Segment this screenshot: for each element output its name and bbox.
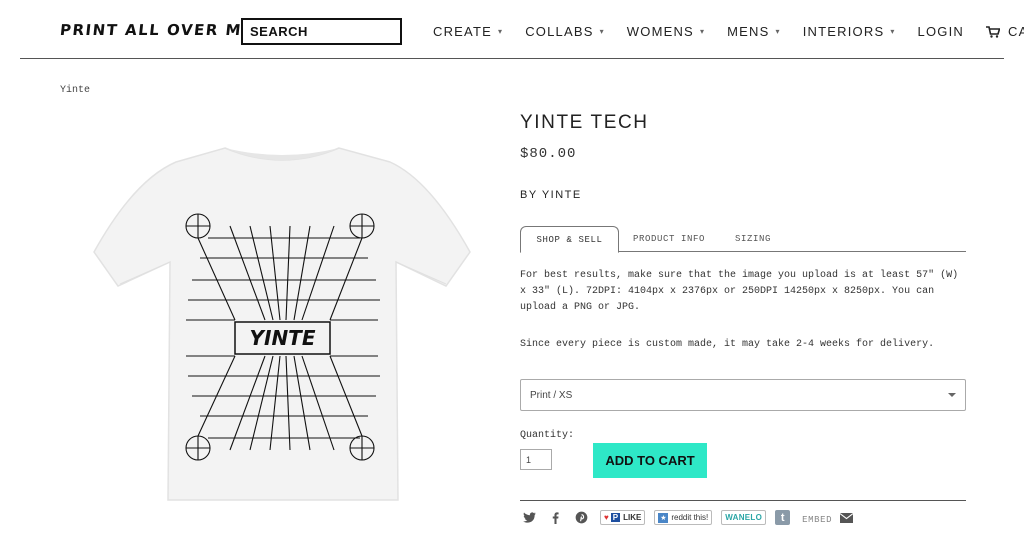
- product-price: $80.00: [520, 146, 577, 162]
- nav-label: WOMENS: [626, 24, 694, 39]
- nav-label: COLLABS: [525, 24, 594, 39]
- like-p: P: [610, 513, 621, 522]
- nav-label: CART: [1008, 24, 1024, 39]
- artist-link[interactable]: BY YINTE: [520, 189, 582, 201]
- quantity-label: Quantity:: [520, 430, 575, 441]
- pinterest-like-button[interactable]: ♥ P LIKE: [600, 510, 646, 525]
- header-divider: [20, 58, 1004, 59]
- add-to-cart-button[interactable]: ADD TO CART: [593, 443, 707, 478]
- product-graphic-text: YINTE: [250, 326, 316, 350]
- chevron-down-icon: ▾: [775, 27, 781, 36]
- variant-select-value: Print / XS: [530, 389, 573, 401]
- nav-login[interactable]: LOGIN: [918, 24, 964, 39]
- tab-sizing[interactable]: SIZING: [732, 226, 774, 252]
- mail-icon[interactable]: [840, 512, 854, 523]
- chevron-down-icon: ▾: [699, 27, 706, 36]
- breadcrumb[interactable]: Yinte: [60, 85, 90, 96]
- delivery-notice: Since every piece is custom made, it may…: [520, 339, 935, 350]
- tab-product-info[interactable]: PRODUCT INFO: [632, 226, 706, 252]
- wanelo-button[interactable]: WANELO: [721, 510, 767, 525]
- nav-mens[interactable]: MENS ▾: [727, 24, 781, 39]
- nav-interiors[interactable]: INTERIORS ▾: [803, 24, 896, 39]
- nav-label: INTERIORS: [802, 24, 885, 39]
- share-bar: ♥ P LIKE ★ reddit this! WANELO t EMBED: [522, 510, 854, 525]
- pinterest-icon[interactable]: [574, 511, 588, 525]
- chevron-down-icon: ▾: [599, 27, 605, 36]
- search-input[interactable]: [241, 18, 402, 45]
- variant-select[interactable]: Print / XS: [520, 379, 966, 411]
- nav-cart[interactable]: CART: [986, 24, 1024, 39]
- cart-icon: [986, 25, 1001, 38]
- chevron-down-icon: ▾: [497, 27, 504, 36]
- nav-collabs[interactable]: COLLABS ▾: [525, 24, 605, 39]
- quantity-input[interactable]: [520, 449, 552, 470]
- product-image[interactable]: YINTE: [90, 140, 475, 508]
- nav-create[interactable]: CREATE ▾: [433, 24, 503, 39]
- product-tabs: SHOP & SELL PRODUCT INFO SIZING: [520, 226, 966, 253]
- tumblr-icon[interactable]: t: [775, 510, 791, 525]
- logo[interactable]: PRINT ALL OVER ME: [59, 21, 255, 39]
- chevron-down-icon: ▾: [890, 27, 896, 36]
- nav-label: MENS: [727, 24, 770, 39]
- nav-label: CREATE: [433, 24, 492, 39]
- embed-link[interactable]: EMBED: [802, 515, 832, 525]
- upload-instructions: For best results, make sure that the ima…: [520, 270, 959, 313]
- reddit-icon: ★: [658, 512, 669, 523]
- tab-shop-and-sell[interactable]: SHOP & SELL: [520, 226, 619, 253]
- reddit-button[interactable]: ★ reddit this!: [654, 510, 713, 525]
- like-label: LIKE: [623, 513, 642, 522]
- main-nav: CREATE ▾ COLLABS ▾ WOMENS ▾ MENS ▾ INTERIORS…: [433, 24, 1024, 39]
- product-title: YINTE TECH: [520, 112, 649, 133]
- heart-icon: ♥: [604, 513, 609, 522]
- chevron-down-icon: [948, 393, 956, 397]
- nav-womens[interactable]: WOMENS ▾: [627, 24, 705, 39]
- twitter-icon[interactable]: [522, 511, 536, 525]
- reddit-label: reddit this!: [671, 513, 709, 522]
- share-divider: [520, 500, 966, 501]
- nav-label: LOGIN: [917, 24, 965, 39]
- facebook-icon[interactable]: [548, 511, 562, 525]
